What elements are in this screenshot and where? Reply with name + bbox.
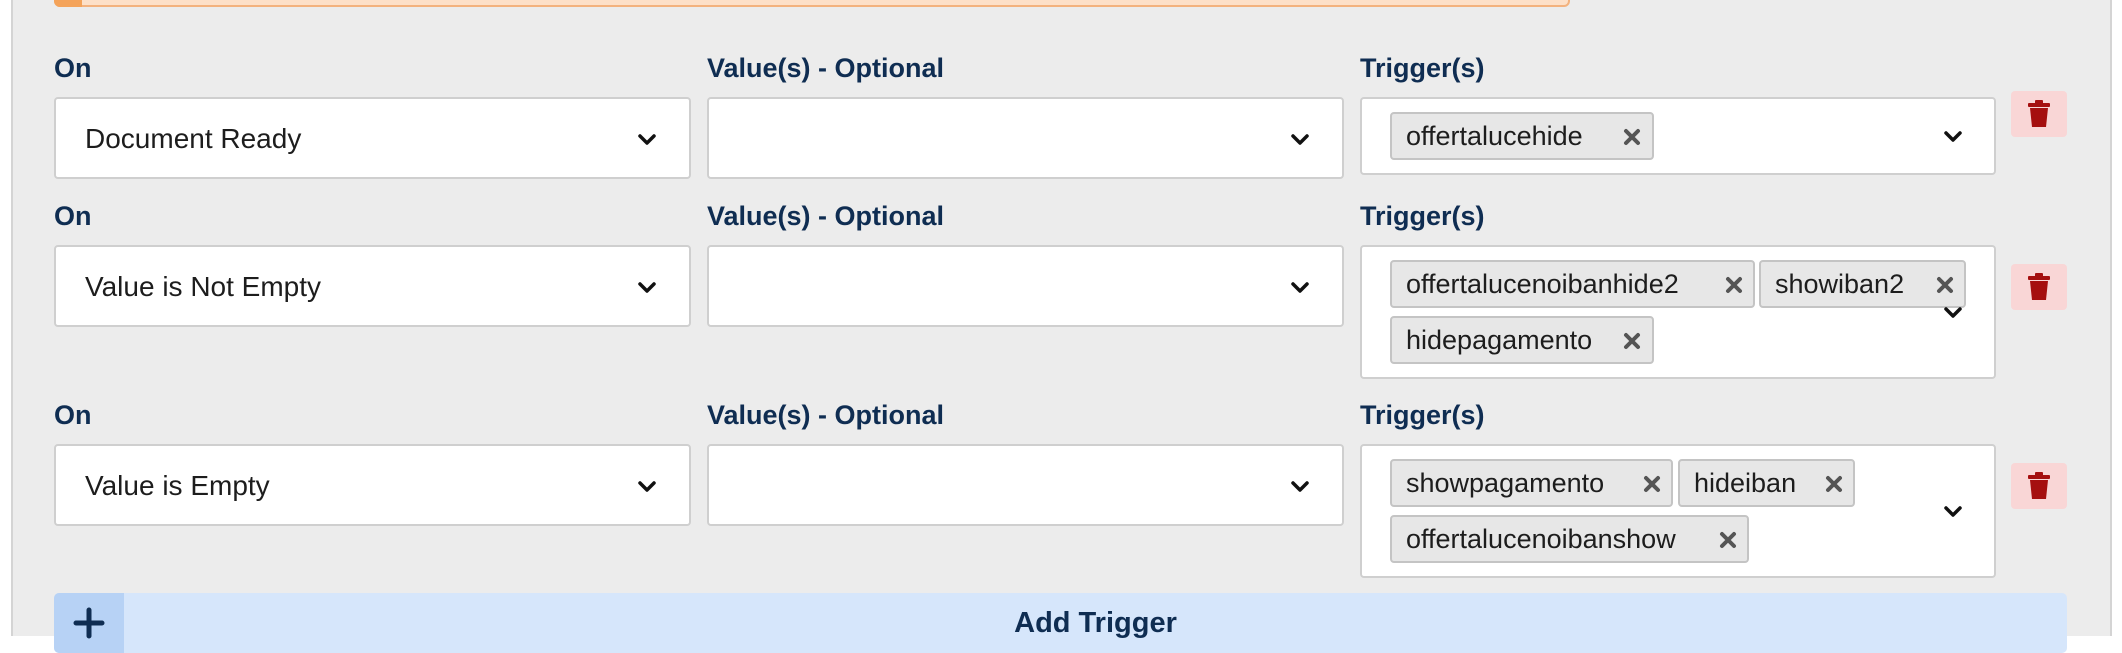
- trigger-tag: offertalucenoibanhide2: [1390, 260, 1755, 308]
- trash-icon: [2028, 273, 2050, 300]
- trigger-tag: offertalucehide: [1390, 112, 1654, 160]
- chevron-down-icon: [1291, 282, 1309, 293]
- chevron-down-icon: [1291, 481, 1309, 492]
- trash-icon: [2028, 472, 2050, 499]
- triggers-select[interactable]: showpagamento hideiban offertalucenoiban…: [1360, 444, 1996, 578]
- add-trigger-label: Add Trigger: [1014, 607, 1177, 639]
- values-label: Value(s) - Optional: [707, 400, 945, 430]
- values-select[interactable]: [707, 444, 1344, 526]
- on-select-value: Value is Empty: [85, 470, 270, 501]
- close-icon[interactable]: [1622, 331, 1642, 351]
- triggers-select[interactable]: offertalucehide: [1360, 97, 1996, 175]
- values-select[interactable]: [707, 97, 1344, 179]
- warning-banner-accent: [54, 0, 82, 7]
- values-select[interactable]: [707, 245, 1344, 327]
- add-trigger-button[interactable]: Add Trigger: [54, 593, 2067, 653]
- trigger-tag-label: hidepagamento: [1406, 325, 1593, 355]
- delete-row-button[interactable]: [2011, 264, 2067, 310]
- close-icon[interactable]: [1824, 474, 1844, 494]
- on-select-value: Document Ready: [85, 123, 302, 154]
- trigger-tag: hideiban: [1678, 459, 1855, 507]
- triggers-label: Trigger(s): [1360, 201, 1485, 231]
- close-icon[interactable]: [1642, 474, 1662, 494]
- on-select-value: Value is Not Empty: [85, 271, 322, 302]
- trigger-tag-label: showpagamento: [1406, 468, 1605, 498]
- triggers-label: Trigger(s): [1360, 400, 1485, 430]
- values-label: Value(s) - Optional: [707, 53, 945, 83]
- trigger-tag-label: offertalucehide: [1406, 121, 1583, 151]
- close-icon[interactable]: [1724, 275, 1744, 295]
- warning-banner: [54, 0, 1570, 7]
- chevron-down-icon: [1291, 134, 1309, 145]
- on-label: On: [54, 400, 92, 430]
- trigger-tag: offertalucenoibanshow: [1390, 515, 1749, 563]
- trigger-tag-label: offertalucenoibanhide2: [1406, 269, 1679, 299]
- trigger-tag-label: offertalucenoibanshow: [1406, 524, 1676, 554]
- trigger-tag: showpagamento: [1390, 459, 1673, 507]
- delete-row-button[interactable]: [2011, 91, 2067, 137]
- trigger-tag-label: showiban2: [1775, 269, 1905, 299]
- chevron-down-icon: [638, 282, 656, 293]
- triggers-select[interactable]: offertalucenoibanhide2 showiban2 hidepag…: [1360, 245, 1996, 379]
- chevron-down-icon: [1944, 307, 1962, 318]
- on-select[interactable]: Value is Empty: [54, 444, 691, 526]
- trigger-tag-label: hideiban: [1694, 468, 1797, 498]
- trigger-tag: hidepagamento: [1390, 316, 1654, 364]
- on-select[interactable]: Value is Not Empty: [54, 245, 691, 327]
- delete-row-button[interactable]: [2011, 463, 2067, 509]
- values-label: Value(s) - Optional: [707, 201, 945, 231]
- on-select[interactable]: Document Ready: [54, 97, 691, 179]
- trigger-tag: showiban2: [1759, 260, 1966, 308]
- chevron-down-icon: [1944, 506, 1962, 517]
- close-icon[interactable]: [1622, 127, 1642, 147]
- on-label: On: [54, 53, 92, 83]
- chevron-down-icon: [1944, 131, 1962, 142]
- close-icon[interactable]: [1718, 530, 1738, 550]
- triggers-label: Trigger(s): [1360, 53, 1485, 83]
- close-icon[interactable]: [1935, 275, 1955, 295]
- chevron-down-icon: [638, 481, 656, 492]
- trash-icon: [2028, 100, 2050, 127]
- on-label: On: [54, 201, 92, 231]
- chevron-down-icon: [638, 134, 656, 145]
